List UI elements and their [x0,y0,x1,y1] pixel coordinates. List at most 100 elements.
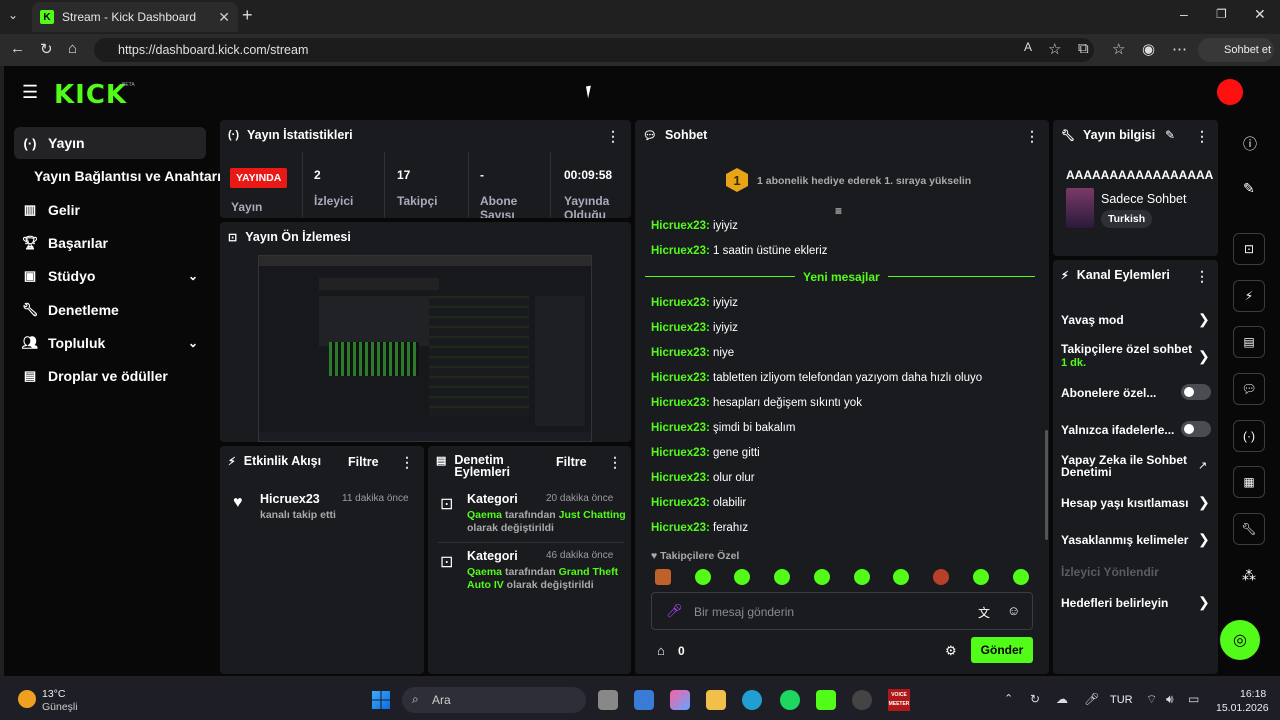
more-icon[interactable]: ⋯ [1172,40,1187,58]
activity-menu-icon[interactable]: ⋮ [400,454,414,471]
browser-tab[interactable]: K Stream - Kick Dashboard ✕ [32,2,238,32]
store-icon[interactable]: ⌂ [657,643,665,658]
edit-icon[interactable]: ✎ [1243,180,1255,197]
favorite-star-icon[interactable]: ☆ [1048,40,1061,58]
sidebar-item-yayin[interactable]: (·) Yayın [14,127,206,159]
clock-date[interactable]: 15.01.2026 [1216,702,1269,714]
chat-settings-icon[interactable]: ⚙ [945,643,957,659]
sidebar-item-basarilar[interactable]: 🏆︎ Başarılar [14,227,206,259]
emotes-only-item[interactable]: Yalnızca ifadelerle... [1061,423,1174,437]
rail-mod-button[interactable]: ▦ [1233,466,1265,498]
store-icon[interactable] [634,690,654,710]
read-aloud-icon[interactable]: A [1024,40,1032,54]
emote-icon[interactable] [973,569,989,585]
emote-icon[interactable] [893,569,909,585]
back-icon[interactable]: ← [10,40,25,57]
emote-icon[interactable] [1013,569,1029,585]
chat-input[interactable]: 🎤︎ Bir mesaj gönderin 文 ☺ [651,592,1033,630]
emotes-only-toggle[interactable] [1181,421,1211,437]
wifi-icon[interactable]: ⌔ [1146,692,1157,707]
close-window-button[interactable]: ✕ [1254,6,1266,23]
moderation-menu-icon[interactable]: ⋮ [608,454,622,471]
rail-preview-button[interactable]: ⊡ [1233,233,1265,265]
tray-chevron-icon[interactable]: ⌃ [1004,692,1013,705]
home-icon[interactable]: ⌂ [68,40,77,57]
info-icon[interactable]: ⓘ [1243,134,1257,154]
sidebar-item-droplar[interactable]: ▤ Droplar ve ödüller [14,360,206,392]
emote-icon[interactable] [695,569,711,585]
copilot-icon[interactable] [670,690,690,710]
followers-only-item[interactable]: Takipçilere özel sohbet 1 dk. [1061,343,1196,370]
edge-browser-icon[interactable] [742,690,762,710]
maximize-button[interactable]: ❐ [1216,7,1227,21]
rail-tools-button[interactable]: 🔧︎ [1233,513,1265,545]
info-menu-icon[interactable]: ⋮ [1195,128,1209,145]
network-sync-icon[interactable]: ↻ [1030,692,1040,706]
emote-icon[interactable] [854,569,870,585]
account-age-item[interactable]: Hesap yaşı kısıtlaması [1061,496,1188,510]
send-button[interactable]: Gönder [971,637,1033,663]
sidebar-item-topluluk[interactable]: 👥︎ Topluluk ⌄ [14,327,206,359]
sidebar-item-denetleme[interactable]: 🔧︎ Denetleme [14,294,206,326]
minimize-button[interactable]: – [1180,6,1188,22]
stream-category[interactable]: Sadece Sohbet [1101,192,1187,206]
file-explorer-icon[interactable] [706,690,726,710]
collections-icon[interactable]: ☆ [1112,40,1125,58]
set-goals-item[interactable]: Hedefleri belirleyin [1061,596,1168,610]
chat-menu-icon[interactable]: ⋮ [1025,128,1039,145]
task-view-icon[interactable] [598,690,618,710]
weather-icon[interactable] [18,690,36,708]
collapse-pinned-icon[interactable]: ≡ [835,204,842,218]
kick-logo[interactable]: KICK [54,80,127,110]
edit-info-icon[interactable]: ✎ [1165,128,1175,142]
slow-mode-item[interactable]: Yavaş mod [1061,313,1124,327]
taskbar-search[interactable]: ⌕ Ara [402,687,586,713]
hamburger-menu-icon[interactable]: ☰ [22,82,38,103]
url-field[interactable]: https://dashboard.kick.com/stream [94,38,1094,62]
extensions-icon[interactable]: ⧉ [1078,40,1089,57]
close-tab-icon[interactable]: ✕ [218,9,230,26]
stats-menu-icon[interactable]: ⋮ [606,128,620,145]
moderation-filter-button[interactable]: Filtre [556,455,587,469]
banned-words-item[interactable]: Yasaklanmış kelimeler [1061,533,1188,547]
subs-only-item[interactable]: Abonelere özel... [1061,386,1156,400]
copilot-button[interactable]: Sohbet et [1198,38,1274,62]
new-tab-button[interactable]: + [242,5,253,26]
emote-icon[interactable] [655,569,671,585]
obs-icon[interactable] [852,690,872,710]
emote-icon[interactable] [774,569,790,585]
emote-icon[interactable] [814,569,830,585]
sidebar-item-studyo[interactable]: ▣ Stüdyo ⌄ [14,260,206,292]
rail-notes-button[interactable]: ▤ [1233,326,1265,358]
clock-time[interactable]: 16:18 [1240,688,1266,700]
support-button[interactable]: ◎ [1220,620,1260,660]
emote-icon[interactable] [933,569,949,585]
rail-broadcast-button[interactable]: (·) [1233,420,1265,452]
channel-actions-menu-icon[interactable]: ⋮ [1195,268,1209,285]
rail-chat-button[interactable]: 💬︎ [1233,373,1265,405]
sidebar-item-stream-key[interactable]: Yayın Bağlantısı ve Anahtarı [14,160,224,192]
emoji-picker-icon[interactable]: ☺ [1007,603,1020,618]
microphone-icon[interactable]: 🎤︎ [666,603,683,619]
refresh-icon[interactable]: ↻ [40,40,53,58]
tab-list-icon[interactable]: ⌄ [8,8,18,22]
subs-only-toggle[interactable] [1181,384,1211,400]
translate-icon[interactable]: 文 [978,604,990,621]
user-avatar[interactable] [1217,79,1243,105]
cloud-icon[interactable]: ☁ [1056,692,1068,706]
stream-preview-video[interactable] [258,255,592,442]
activity-filter-button[interactable]: Filtre [348,455,379,469]
microphone-tray-icon[interactable]: 🎤︎ [1084,692,1099,706]
chat-scrollbar[interactable] [1045,430,1048,540]
profile-icon[interactable]: ◉ [1142,40,1155,58]
language-indicator[interactable]: TUR [1110,694,1133,706]
ai-moderation-item[interactable]: Yapay Zeka ile Sohbet Denetimi [1061,454,1191,478]
apps-icon[interactable]: ⁂ [1242,567,1256,584]
app-icon[interactable] [816,690,836,710]
rail-actions-button[interactable]: ⚡︎ [1233,280,1265,312]
battery-icon[interactable]: ▭ [1188,692,1199,706]
volume-icon[interactable]: 🔊︎ [1166,692,1174,707]
voicemeeter-icon[interactable]: VOICE MEETER [888,689,910,711]
spotify-icon[interactable] [780,690,800,710]
emote-icon[interactable] [734,569,750,585]
